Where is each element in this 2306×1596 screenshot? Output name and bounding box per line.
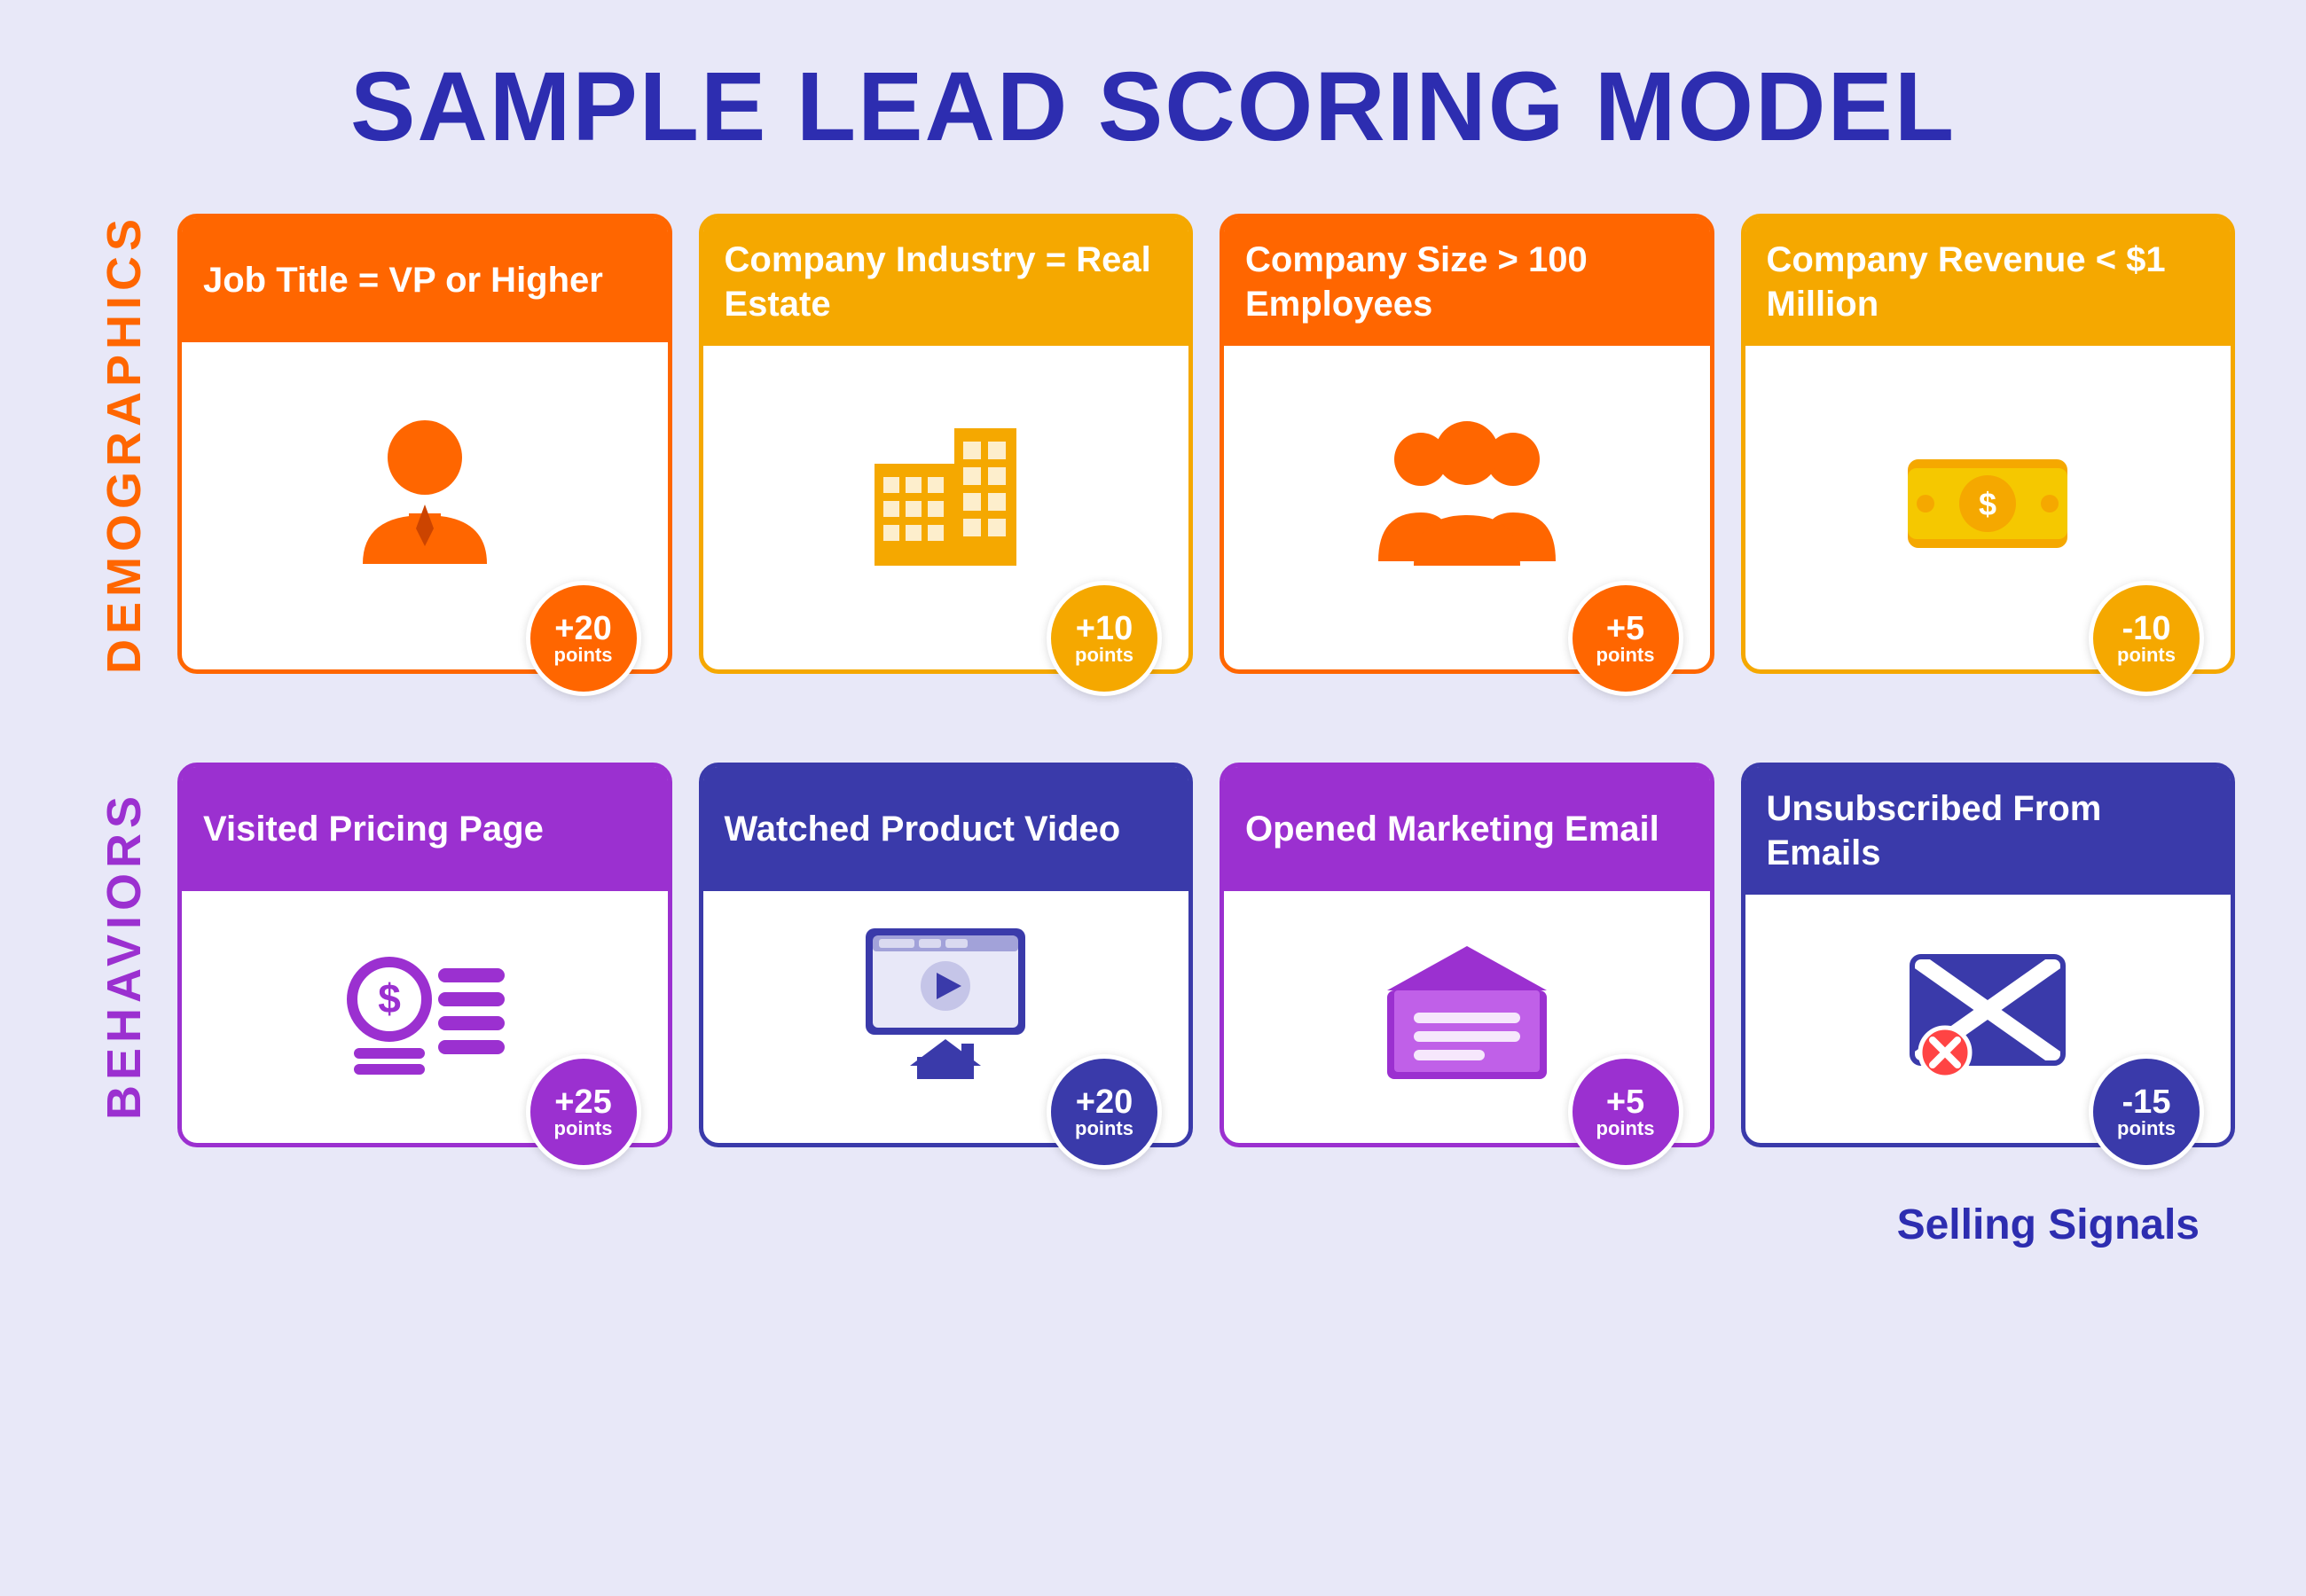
points-label: points [554,645,613,665]
video-icon [857,919,1034,1079]
card-company-size: Company Size > 100 Employees +5 points [1220,214,1714,674]
behaviors-label-wrap: BEHAVIORS [71,763,177,1147]
card-opened-email: Opened Marketing Email +5 points [1220,763,1714,1147]
points-label: points [1596,1119,1655,1138]
points-label: points [1596,645,1655,665]
points-label: points [1075,645,1133,665]
card-unsubscribed-badge: -15 points [2089,1054,2204,1170]
building-icon [857,411,1034,570]
card-job-title-icon-area [318,342,531,625]
card-job-title-badge: +20 points [526,581,641,696]
card-company-revenue-header: Company Revenue < $1 Million [1745,218,2231,346]
points-value: -15 [2122,1085,2171,1119]
card-visited-pricing: Visited Pricing Page $ +25 [177,763,672,1147]
points-label: points [2117,645,2176,665]
unsubscribe-icon [1899,921,2076,1081]
card-visited-pricing-header: Visited Pricing Page [182,767,668,891]
card-company-industry-badge: +10 points [1047,581,1162,696]
points-value: +20 [1076,1085,1133,1119]
points-value: +25 [554,1085,611,1119]
card-company-size-icon-area [1361,346,1573,625]
card-watched-video-icon-area [839,891,1052,1099]
card-watched-video: Watched Product Video [699,763,1194,1147]
behaviors-cards-row: Visited Pricing Page $ +25 [177,763,2235,1147]
points-label: points [1075,1119,1133,1138]
demographics-label: DEMOGRAPHICS [97,214,152,674]
card-unsubscribed-icon-area [1881,895,2094,1099]
card-opened-email-badge: +5 points [1568,1054,1683,1170]
points-label: points [2117,1119,2176,1138]
card-visited-pricing-icon-area: $ [318,891,531,1099]
person-icon [336,409,514,568]
pricing-icon: $ [336,919,514,1079]
card-company-industry-header: Company Industry = Real Estate [703,218,1189,346]
demographics-section: DEMOGRAPHICS Job Title = VP or Higher +2… [71,214,2235,674]
points-value: +5 [1606,1085,1644,1119]
group-icon [1378,411,1556,570]
behaviors-section: BEHAVIORS Visited Pricing Page $ [71,763,2235,1147]
behaviors-label: BEHAVIORS [97,791,152,1120]
card-company-size-header: Company Size > 100 Employees [1224,218,1710,346]
demographics-cards-row: Job Title = VP or Higher +20 points Comp… [177,214,2235,674]
card-company-industry: Company Industry = Real Estate [699,214,1194,674]
card-job-title-header: Job Title = VP or Higher [182,218,668,342]
card-company-revenue-badge: -10 points [2089,581,2204,696]
card-opened-email-header: Opened Marketing Email [1224,767,1710,891]
card-job-title: Job Title = VP or Higher +20 points [177,214,672,674]
email-icon [1378,919,1556,1079]
svg-text:$: $ [1979,486,1996,522]
card-unsubscribed: Unsubscribed From Emails -15 [1741,763,2236,1147]
points-value: +5 [1606,612,1644,645]
points-label: points [554,1119,613,1138]
money-icon: $ [1899,411,2076,570]
card-visited-pricing-badge: +25 points [526,1054,641,1170]
points-value: +10 [1076,612,1133,645]
points-value: -10 [2122,612,2171,645]
card-watched-video-header: Watched Product Video [703,767,1189,891]
page-title: SAMPLE LEAD SCORING MODEL [350,53,1956,160]
card-unsubscribed-header: Unsubscribed From Emails [1745,767,2231,895]
svg-text:$: $ [378,975,401,1021]
card-watched-video-badge: +20 points [1047,1054,1162,1170]
demographics-label-wrap: DEMOGRAPHICS [71,214,177,674]
points-value: +20 [554,612,611,645]
card-company-revenue: Company Revenue < $1 Million $ -10 point… [1741,214,2236,674]
card-opened-email-icon-area [1361,891,1573,1099]
card-company-industry-icon-area [839,346,1052,625]
brand-label: Selling Signals [1897,1201,2200,1249]
card-company-size-badge: +5 points [1568,581,1683,696]
card-company-revenue-icon-area: $ [1881,346,2094,625]
